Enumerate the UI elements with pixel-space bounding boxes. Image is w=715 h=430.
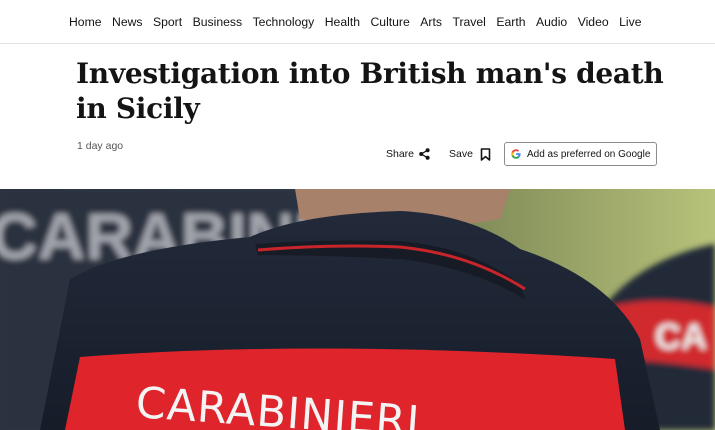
nav-item-health[interactable]: Health <box>325 15 360 29</box>
main-nav: Home News Sport Business Technology Heal… <box>69 0 652 44</box>
hero-image: CARABINIERI CA CARABINIERI <box>0 189 715 430</box>
article-actions: Share Save Add as preferred on Google <box>386 141 658 167</box>
nav-item-culture[interactable]: Culture <box>370 15 409 29</box>
nav-item-home[interactable]: Home <box>69 15 102 29</box>
nav-item-arts[interactable]: Arts <box>420 15 442 29</box>
carabinieri-photo: CARABINIERI CA CARABINIERI <box>0 189 715 430</box>
nav-item-technology[interactable]: Technology <box>253 15 315 29</box>
nav-item-sport[interactable]: Sport <box>153 15 182 29</box>
bookmark-icon <box>480 147 491 161</box>
add-preferred-google-button[interactable]: Add as preferred on Google <box>503 142 658 166</box>
article-headline: Investigation into British man's death i… <box>76 57 664 125</box>
side-jacket-text: CA <box>655 316 707 357</box>
nav-item-earth[interactable]: Earth <box>496 15 525 29</box>
nav-item-news[interactable]: News <box>112 15 142 29</box>
nav-item-audio[interactable]: Audio <box>536 15 567 29</box>
save-label: Save <box>449 148 473 160</box>
save-button[interactable]: Save <box>449 147 491 161</box>
nav-item-live[interactable]: Live <box>619 15 641 29</box>
nav-item-video[interactable]: Video <box>578 15 609 29</box>
share-icon <box>419 148 430 160</box>
share-label: Share <box>386 148 415 160</box>
nav-item-business[interactable]: Business <box>193 15 242 29</box>
nav-item-travel[interactable]: Travel <box>452 15 485 29</box>
google-icon <box>511 149 521 159</box>
share-button[interactable]: Share <box>386 148 430 160</box>
top-navigation-bar: Home News Sport Business Technology Heal… <box>0 0 715 44</box>
add-preferred-label: Add as preferred on Google <box>526 148 651 160</box>
article-timestamp: 1 day ago <box>77 140 124 152</box>
